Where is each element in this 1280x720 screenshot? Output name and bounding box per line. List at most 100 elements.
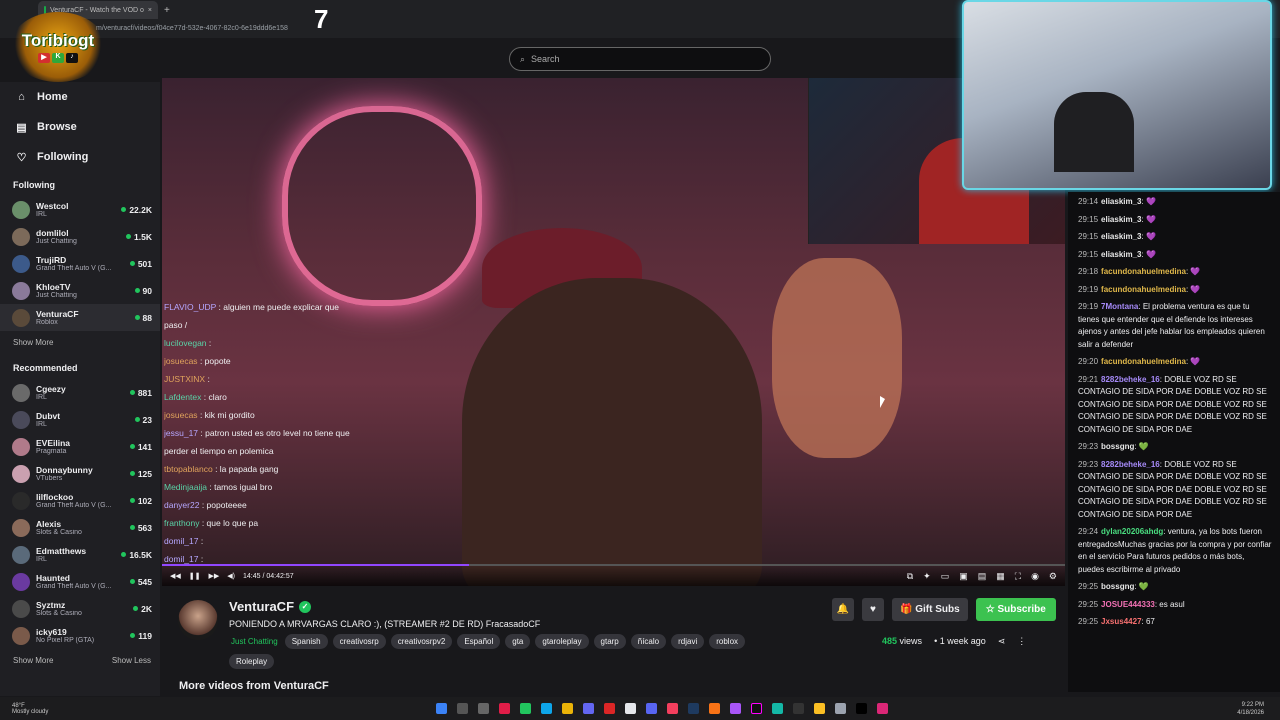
chat-username[interactable]: Jxsus4427: [1101, 617, 1141, 626]
app-icon-orange[interactable]: [709, 703, 720, 714]
video-player[interactable]: FLAVIO_UDP : alguien me puede explicar q…: [162, 78, 1065, 586]
channel-row-name: Syztmz: [36, 600, 66, 610]
overlay-chat-user: domil_17: [164, 536, 199, 546]
tiktok-studio-icon[interactable]: [856, 703, 867, 714]
theater-icon[interactable]: ▭: [941, 571, 950, 582]
chat-username[interactable]: facundonahuelmedina: [1101, 267, 1186, 276]
nav-home[interactable]: ⌂ Home: [0, 82, 160, 112]
channel-row[interactable]: Edmatthews IRL 16.5K: [0, 541, 160, 568]
tag-chip[interactable]: gta: [505, 634, 531, 649]
fullscreen-icon[interactable]: ⛶: [1015, 571, 1021, 582]
app-icon-magenta[interactable]: [877, 703, 888, 714]
rewind-icon[interactable]: ◀◀: [170, 572, 181, 580]
channel-name[interactable]: VenturaCF: [229, 599, 294, 614]
bell-icon[interactable]: 🔔: [832, 598, 854, 621]
chat-username[interactable]: facundonahuelmedina: [1101, 285, 1186, 294]
app-icon-gray[interactable]: [835, 703, 846, 714]
channel-row[interactable]: Haunted Grand Theft Auto V (G... 545: [0, 568, 160, 595]
chat-username[interactable]: bossgng: [1101, 582, 1134, 591]
layout-icon[interactable]: ▤: [978, 571, 987, 582]
pip-icon[interactable]: ▣: [959, 571, 968, 582]
tag-chip[interactable]: ñícalo: [630, 634, 667, 649]
channel-row[interactable]: Donnaybunny VTubers 125: [0, 460, 160, 487]
clip-icon[interactable]: ⧉: [907, 571, 913, 582]
pause-icon[interactable]: ❚❚: [189, 572, 201, 580]
nav-browse[interactable]: ▤ Browse: [0, 112, 160, 142]
search-taskbar-icon[interactable]: [457, 703, 468, 714]
copilot-icon[interactable]: [520, 703, 531, 714]
category-link[interactable]: Just Chatting: [229, 634, 280, 649]
system-clock[interactable]: 9:22 PM 4/18/2026: [1237, 701, 1280, 717]
tag-chip[interactable]: creativosrpv2: [390, 634, 453, 649]
tag-chip[interactable]: rdjavi: [671, 634, 705, 649]
app-icon-red[interactable]: [604, 703, 615, 714]
channel-avatar[interactable]: [178, 600, 218, 640]
subscribe-button[interactable]: ☆ Subscribe: [975, 598, 1056, 621]
youtube-icon[interactable]: [499, 703, 510, 714]
tag-chip[interactable]: Roleplay: [229, 654, 275, 669]
channel-row[interactable]: Syztmz Slots & Casino 2K: [0, 595, 160, 622]
tiktok-icon[interactable]: [751, 703, 762, 714]
channel-row[interactable]: TrujiRD Grand Theft Auto V (G... 501: [0, 250, 160, 277]
channel-row[interactable]: Alexis Slots & Casino 563: [0, 514, 160, 541]
chat-username[interactable]: eliaskim_3: [1101, 197, 1141, 206]
channel-row[interactable]: KhloeTV Just Chatting 90: [0, 277, 160, 304]
tag-chip[interactable]: creativosrp: [332, 634, 386, 649]
channel-row[interactable]: domlilol Just Chatting 1.5K: [0, 223, 160, 250]
tab-close-icon[interactable]: ×: [148, 7, 152, 14]
gift-subs-button[interactable]: 🎁 Gift Subs: [892, 598, 968, 621]
tag-chip[interactable]: roblox: [709, 634, 746, 649]
chat-username[interactable]: JOSUE444333: [1101, 600, 1155, 609]
channel-row[interactable]: Cgeezy IRL 881: [0, 379, 160, 406]
chat-toggle-icon[interactable]: ▦: [996, 571, 1005, 582]
nav-following[interactable]: ♡ Following: [0, 142, 160, 172]
sparkle-icon[interactable]: ✦: [923, 571, 931, 582]
explorer-icon[interactable]: [562, 703, 573, 714]
weather-widget[interactable]: 48°F Mostly cloudy: [0, 703, 140, 715]
channel-row[interactable]: Westcol IRL 22.2K: [0, 196, 160, 223]
volume-icon[interactable]: ◀): [227, 572, 235, 580]
forward-icon[interactable]: ▶▶: [209, 572, 220, 580]
steam-icon[interactable]: [688, 703, 699, 714]
start-icon[interactable]: [436, 703, 447, 714]
chrome-icon[interactable]: [814, 703, 825, 714]
show-less-recommended[interactable]: Show Less: [112, 656, 151, 665]
channel-row[interactable]: Dubvt IRL 23: [0, 406, 160, 433]
channel-row[interactable]: icky619 No Pixel RP (GTA) 119: [0, 622, 160, 649]
channel-row[interactable]: lilflockoo Grand Theft Auto V (G... 102: [0, 487, 160, 514]
chat-username[interactable]: bossgng: [1101, 442, 1134, 451]
new-tab-icon[interactable]: +: [164, 5, 170, 16]
tag-chip[interactable]: gtaroleplay: [535, 634, 589, 649]
channel-row[interactable]: EVEilina Pragmata 141: [0, 433, 160, 460]
store-icon[interactable]: [583, 703, 594, 714]
show-more-recommended[interactable]: Show More: [13, 656, 53, 665]
edge-icon[interactable]: [541, 703, 552, 714]
app-icon-purple[interactable]: [730, 703, 741, 714]
chat-username[interactable]: 8282beheke_16: [1101, 460, 1160, 469]
more-options-icon[interactable]: ⋮: [1017, 636, 1026, 647]
channel-row[interactable]: VenturaCF Roblox 88: [0, 304, 160, 331]
discord-icon[interactable]: [646, 703, 657, 714]
chat-username[interactable]: facundonahuelmedina: [1101, 357, 1186, 366]
chat-username[interactable]: eliaskim_3: [1101, 215, 1141, 224]
chat-username[interactable]: 7Montana: [1101, 302, 1138, 311]
chat-username[interactable]: dylan20206ahdg: [1101, 527, 1163, 536]
tag-chip[interactable]: gtarp: [593, 634, 626, 649]
quality-icon[interactable]: ◉: [1031, 571, 1039, 582]
app-icon-pink[interactable]: [667, 703, 678, 714]
channel-row-name: icky619: [36, 627, 67, 637]
search-input[interactable]: ⌕ Search: [509, 47, 771, 71]
capcut-icon[interactable]: [625, 703, 636, 714]
settings-icon[interactable]: ⚙: [1049, 571, 1057, 582]
chat-username[interactable]: eliaskim_3: [1101, 250, 1141, 259]
follow-heart-icon[interactable]: ♥: [862, 598, 884, 621]
tag-chip[interactable]: Español: [457, 634, 501, 649]
tag-chip[interactable]: Spanish: [284, 634, 328, 649]
chat-username[interactable]: eliaskim_3: [1101, 232, 1141, 241]
app-icon-teal[interactable]: [772, 703, 783, 714]
show-more-following[interactable]: Show More: [13, 338, 53, 347]
task-view-icon[interactable]: [478, 703, 489, 714]
chat-username[interactable]: 8282beheke_16: [1101, 375, 1160, 384]
share-icon[interactable]: ⋖: [998, 636, 1006, 647]
obs-icon[interactable]: [793, 703, 804, 714]
